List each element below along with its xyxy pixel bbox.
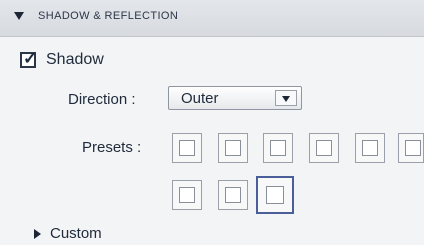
direction-select[interactable]: Outer [168, 86, 302, 110]
preset-thumb-icon [316, 140, 332, 156]
preset-5[interactable] [355, 133, 385, 163]
preset-thumb-icon [179, 140, 195, 156]
chevron-down-icon [282, 96, 290, 102]
preset-thumb-icon [225, 187, 241, 203]
presets-label: Presets : [82, 139, 142, 156]
direction-value: Outer [181, 90, 219, 107]
preset-6[interactable] [398, 133, 424, 163]
section-header[interactable]: SHADOW & REFLECTION [0, 0, 424, 37]
preset-thumb-icon [225, 140, 241, 156]
shadow-label[interactable]: Shadow [46, 51, 104, 69]
checkmark-icon: ✓ [23, 49, 38, 68]
preset-thumb-icon [270, 140, 286, 156]
triangle-right-icon[interactable] [34, 229, 41, 239]
preset-1[interactable] [172, 133, 202, 163]
triangle-down-icon[interactable] [14, 12, 24, 20]
preset-7[interactable] [172, 180, 202, 210]
dropdown-button[interactable] [275, 90, 297, 106]
preset-thumb-icon [266, 186, 284, 204]
preset-thumb-icon [179, 187, 195, 203]
preset-thumb-icon [405, 140, 421, 156]
preset-8[interactable] [218, 180, 248, 210]
preset-2[interactable] [218, 133, 248, 163]
custom-label[interactable]: Custom [50, 225, 102, 242]
preset-9[interactable] [256, 176, 294, 214]
section-title: SHADOW & REFLECTION [38, 10, 179, 22]
preset-thumb-icon [362, 140, 378, 156]
preset-3[interactable] [263, 133, 293, 163]
shadow-checkbox[interactable]: ✓ [20, 49, 38, 68]
direction-label: Direction : [68, 91, 136, 108]
preset-4[interactable] [309, 133, 339, 163]
